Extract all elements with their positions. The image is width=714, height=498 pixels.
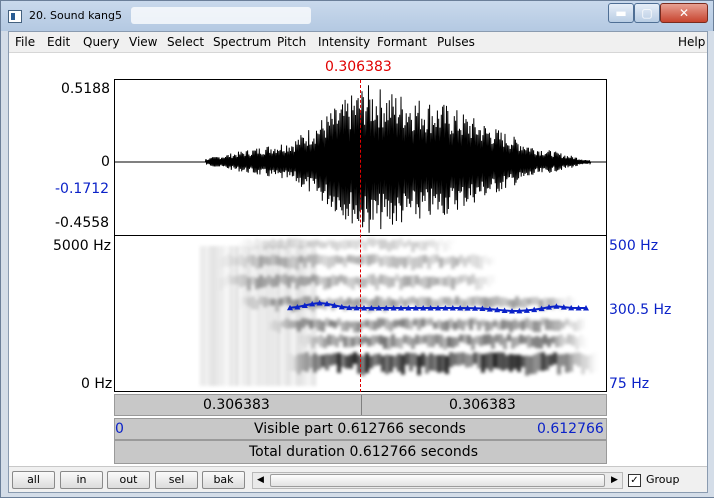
menu-formant[interactable]: Formant: [377, 35, 427, 49]
total-duration-bar[interactable]: Total duration 0.612766 seconds: [114, 440, 607, 464]
scrollbar-thumb[interactable]: [270, 474, 605, 487]
zoom-back-button[interactable]: bak: [202, 471, 245, 489]
app-icon: [8, 10, 22, 23]
zoom-all-button[interactable]: all: [12, 471, 55, 489]
menu-select[interactable]: Select: [167, 35, 204, 49]
title-bar[interactable]: 20. Sound kang5 ▬ ▢ ✕: [1, 1, 713, 31]
spectrogram-top-freq-label: 5000 Hz: [53, 238, 111, 254]
scroll-left-icon[interactable]: ◀: [253, 473, 268, 488]
waveform-max-label: 0.5188: [61, 81, 110, 97]
menu-intensity[interactable]: Intensity: [318, 35, 370, 49]
editor-area[interactable]: 0.306383 0.5188 0 -0.1712 -0.4558 5000 H…: [9, 54, 707, 488]
cursor-segment-bar[interactable]: 0.306383 0.306383: [114, 394, 607, 416]
waveform-zero-label: 0: [101, 154, 110, 170]
zoom-out-button[interactable]: out: [107, 471, 150, 489]
cursor-line: [360, 80, 361, 392]
total-duration-label: Total duration 0.612766 seconds: [249, 444, 478, 460]
menu-query[interactable]: Query: [83, 35, 119, 49]
menu-help[interactable]: Help: [678, 35, 705, 49]
visible-end-time: 0.612766: [537, 421, 604, 437]
sound-editor-window: 20. Sound kang5 ▬ ▢ ✕ File Edit Query Vi…: [0, 0, 714, 498]
waveform-min-label: -0.4558: [55, 215, 110, 231]
pitch-value-label: 300.5 Hz: [609, 302, 672, 318]
group-label: Group: [646, 473, 680, 486]
close-button[interactable]: ✕: [660, 3, 708, 23]
visible-part-bar[interactable]: 0 Visible part 0.612766 seconds 0.612766: [114, 418, 607, 440]
client-area: File Edit Query View Select Spectrum Pit…: [8, 31, 708, 493]
spectrogram-svg: [200, 238, 593, 386]
pitch-bottom-label: 75 Hz: [609, 376, 650, 392]
title-blur-area: [131, 7, 311, 24]
waveform-svg: [115, 85, 606, 233]
zoom-in-button[interactable]: in: [60, 471, 103, 489]
maximize-button[interactable]: ▢: [634, 3, 660, 23]
scroll-right-icon[interactable]: ▶: [607, 473, 622, 488]
minimize-button[interactable]: ▬: [608, 3, 634, 23]
menu-pitch[interactable]: Pitch: [277, 35, 306, 49]
menu-view[interactable]: View: [129, 35, 157, 49]
window-title: 20. Sound kang5: [29, 9, 122, 22]
menu-bar: File Edit Query View Select Spectrum Pit…: [9, 32, 707, 53]
spectrogram-image: [200, 238, 593, 386]
group-checkbox[interactable]: ✓: [628, 474, 641, 487]
right-segment-duration: 0.306383: [449, 397, 516, 413]
maximize-icon: ▢: [641, 6, 653, 20]
spectrogram-bottom-freq-label: 0 Hz: [81, 376, 113, 392]
minimize-icon: ▬: [615, 6, 627, 20]
horizontal-scrollbar[interactable]: ◀ ▶: [252, 472, 623, 489]
waveform-cursor-value-label: -0.1712: [55, 181, 110, 197]
window-border-right: [708, 31, 714, 497]
menu-spectrum[interactable]: Spectrum: [213, 35, 271, 49]
visible-start-time: 0: [115, 421, 124, 437]
zoom-selection-button[interactable]: sel: [155, 471, 198, 489]
cursor-segment-divider: [361, 395, 362, 415]
cursor-time-label: 0.306383: [325, 59, 392, 75]
visible-part-label: Visible part 0.612766 seconds: [254, 421, 466, 437]
pitch-top-label: 500 Hz: [609, 238, 659, 254]
left-segment-duration: 0.306383: [203, 397, 270, 413]
menu-pulses[interactable]: Pulses: [437, 35, 475, 49]
menu-file[interactable]: File: [15, 35, 35, 49]
menu-edit[interactable]: Edit: [47, 35, 70, 49]
waveform-signal: [115, 85, 606, 233]
close-icon: ✕: [678, 6, 690, 20]
bottom-toolbar: all in out sel bak ◀ ▶ ✓ Group: [9, 466, 707, 492]
